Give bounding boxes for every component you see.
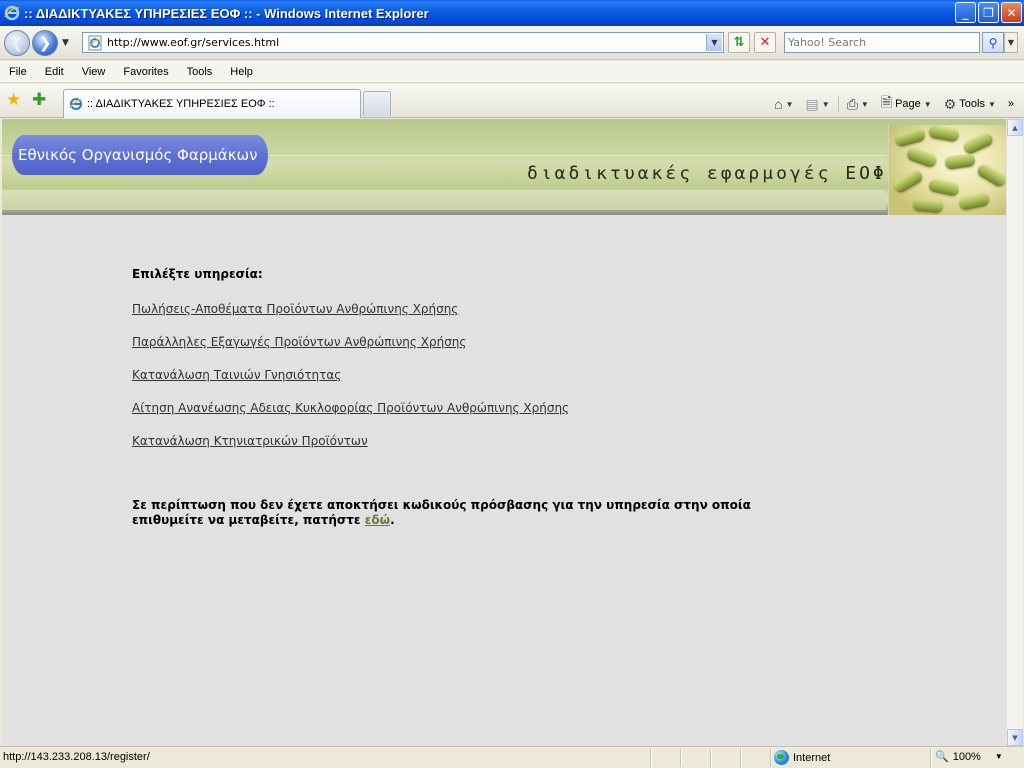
search-options-dropdown[interactable]: ▼ <box>1004 32 1018 53</box>
service-link-sales-stock[interactable]: Πωλήσεις-Αποθέματα Προϊόντων Ανθρώπινης … <box>132 302 832 316</box>
search-button[interactable]: ⚲ <box>982 32 1004 53</box>
zoom-icon: 🔍 <box>935 751 949 763</box>
security-zone-label: Internet <box>793 751 831 764</box>
page-menu-button[interactable]: 🗎 Page ▼ <box>877 92 936 116</box>
scroll-up-icon[interactable]: ▲ <box>1007 119 1023 136</box>
page-menu-icon: 🗎 <box>880 94 893 110</box>
vertical-scrollbar[interactable]: ▲ ▼ <box>1006 119 1023 746</box>
menu-view[interactable]: View <box>73 66 115 78</box>
registration-note-text: Σε περίπτωση που δεν έχετε αποκτήσει κωδ… <box>132 498 751 527</box>
address-bar[interactable]: ▼ <box>82 32 724 53</box>
status-bar: http://143.233.208.13/register/ Internet… <box>0 746 1024 768</box>
refresh-button[interactable]: ⇅ <box>728 32 750 53</box>
menu-bar: File Edit View Favorites Tools Help <box>0 61 1024 83</box>
menu-file[interactable]: File <box>0 66 36 78</box>
search-box[interactable] <box>784 32 980 53</box>
new-tab-button[interactable] <box>363 91 391 116</box>
minimize-button[interactable]: _ <box>955 2 976 23</box>
search-input[interactable] <box>785 33 979 52</box>
register-here-link[interactable]: εδώ <box>365 513 390 527</box>
favorites-center-icon[interactable]: ★ <box>6 90 21 110</box>
back-arrow-icon: ❮ <box>10 34 24 52</box>
add-to-favorites-icon[interactable]: ✚ <box>32 90 46 110</box>
tools-menu-button[interactable]: ⚙ Tools ▼ <box>940 96 1000 113</box>
service-link-authenticity-strips[interactable]: Κατανάλωση Ταινιών Γνησιότητας <box>132 368 832 382</box>
registration-note: Σε περίπτωση που δεν έχετε αποκτήσει κωδ… <box>132 498 822 528</box>
back-button[interactable]: ❮ <box>4 30 30 56</box>
search-icon: ⚲ <box>988 35 998 50</box>
maximize-button[interactable]: ❐ <box>978 2 999 23</box>
tab-active[interactable]: :: ΔΙΑΔΙΚΤΥΑΚΕΣ ΥΠΗΡΕΣΙΕΣ ΕΟΦ :: <box>63 89 361 118</box>
feeds-button[interactable]: ▤ ▼ <box>802 96 834 113</box>
address-input[interactable] <box>107 36 706 49</box>
zoom-dropdown-icon: ▼ <box>994 752 1003 761</box>
tab-bar: ★ ✚ :: ΔΙΑΔΙΚΤΥΑΚΕΣ ΥΠΗΡΕΣΙΕΣ ΕΟΦ :: ⌂ ▼ … <box>0 84 1024 118</box>
gear-icon: ⚙ <box>943 95 957 112</box>
page-icon <box>88 35 102 50</box>
zoom-level: 100% <box>952 750 981 763</box>
page-menu-label: Page <box>895 98 921 110</box>
forward-arrow-icon: ❯ <box>38 34 52 52</box>
menu-help[interactable]: Help <box>221 66 262 78</box>
close-icon: ✕ <box>1006 5 1017 20</box>
tools-menu-label: Tools <box>959 98 985 110</box>
security-zone[interactable]: Internet <box>774 750 830 765</box>
scroll-down-icon[interactable]: ▼ <box>1007 729 1023 746</box>
stop-button[interactable]: ✕ <box>754 32 776 53</box>
menu-tools[interactable]: Tools <box>178 66 222 78</box>
pills-image <box>888 125 1006 215</box>
zoom-control[interactable]: 🔍 100% ▼ <box>935 750 1003 764</box>
globe-icon <box>774 750 789 765</box>
service-link-license-renewal[interactable]: Αίτηση Ανανέωσης Αδειας Κυκλοφορίας Προϊ… <box>132 401 832 415</box>
ie-logo-icon <box>4 5 20 21</box>
recent-pages-dropdown[interactable]: ▼ <box>62 38 69 48</box>
tab-label: :: ΔΙΑΔΙΚΤΥΑΚΕΣ ΥΠΗΡΕΣΙΕΣ ΕΟΦ :: <box>87 98 275 110</box>
forward-button[interactable]: ❯ <box>32 30 58 56</box>
refresh-icon: ⇅ <box>733 35 745 50</box>
stop-icon: ✕ <box>759 35 771 50</box>
service-link-veterinary-products[interactable]: Κατανάλωση Κτηνιατρικών Προϊόντων <box>132 434 832 448</box>
chevron-right-icon: » <box>1007 98 1014 110</box>
banner-tagline: διαδικτυακές εφαρμογές ΕΟΦ <box>527 163 887 184</box>
page-content: Εθνικός Οργανισμός Φαρμάκων διαδικτυακές… <box>2 119 1006 746</box>
address-dropdown-icon[interactable]: ▼ <box>706 34 722 51</box>
services-section: Επιλέξτε υπηρεσία: Πωλήσεις-Αποθέματα Πρ… <box>132 267 832 467</box>
close-button[interactable]: ✕ <box>1001 2 1022 23</box>
home-icon: ⌂ <box>774 96 783 112</box>
printer-icon: ⎙ <box>846 95 858 112</box>
org-logo: Εθνικός Οργανισμός Φαρμάκων <box>12 135 268 175</box>
window-title: :: ΔΙΑΔΙΚΤΥΑΚΕΣ ΥΠΗΡΕΣΙΕΣ ΕΟΦ :: - Windo… <box>24 5 429 21</box>
print-button[interactable]: ⎙ ▼ <box>843 96 873 113</box>
home-button[interactable]: ⌂ ▼ <box>770 96 797 112</box>
rss-feed-icon: ▤ <box>805 95 819 112</box>
site-banner: Εθνικός Οργανισμός Φαρμάκων διαδικτυακές… <box>2 119 1006 215</box>
maximize-icon: ❐ <box>983 5 994 20</box>
registration-note-end: . <box>390 513 395 527</box>
toolbar-overflow-button[interactable]: » <box>1004 98 1018 110</box>
navigation-bar: ❮ ❯ ▼ ▼ ⇅ ✕ ⚲ ▼ <box>0 26 1024 60</box>
service-link-parallel-exports[interactable]: Παράλληλες Εξαγωγές Προϊόντων Ανθρώπινης… <box>132 335 832 349</box>
tab-page-icon <box>69 98 83 110</box>
command-bar: ⌂ ▼ ▤ ▼ ⎙ ▼ 🗎 Page ▼ ⚙ Tools ▼ » <box>770 92 1018 116</box>
minimize-icon: _ <box>962 5 969 20</box>
title-bar: :: ΔΙΑΔΙΚΤΥΑΚΕΣ ΥΠΗΡΕΣΙΕΣ ΕΟΦ :: - Windo… <box>0 0 1024 26</box>
status-url: http://143.233.208.13/register/ <box>3 751 150 763</box>
menu-favorites[interactable]: Favorites <box>114 66 177 78</box>
services-heading: Επιλέξτε υπηρεσία: <box>132 267 263 281</box>
menu-edit[interactable]: Edit <box>36 66 73 78</box>
